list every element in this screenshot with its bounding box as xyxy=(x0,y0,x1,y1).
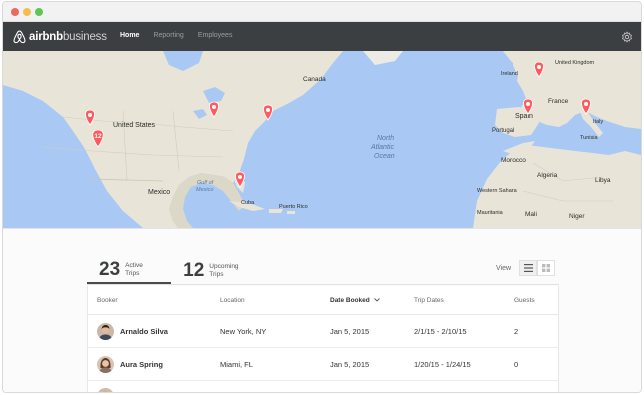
view-toggle: View xyxy=(496,260,556,276)
active-trips-label: Active Trips xyxy=(125,262,159,278)
tab-active-trips[interactable]: 23 Active Trips xyxy=(87,257,172,284)
nav-links: Home Reporting Employees xyxy=(120,32,232,39)
trip-stats-tabs: 23 Active Trips 12 Upcoming Trips xyxy=(87,257,255,284)
upcoming-trips-label-line2: Trips xyxy=(209,270,224,278)
map-label-morocco: Morocco xyxy=(501,157,526,164)
map-label-france: France xyxy=(548,98,569,105)
trip-dates-cell: 2/1/15 - 2/10/15 xyxy=(414,326,467,336)
map-label-niger: Niger xyxy=(569,213,585,220)
active-trips-count: 23 xyxy=(99,258,121,280)
airbnb-business-logo[interactable]: airbnb business xyxy=(13,29,107,45)
avatar xyxy=(97,322,114,340)
booker-cell: Arnaldo Silva xyxy=(88,322,220,340)
browser-window: airbnbbusiness Home Reporting Employees xyxy=(2,1,642,393)
booker-name: Aura Spring xyxy=(120,359,163,369)
tab-upcoming-trips[interactable]: 12 Upcoming Trips xyxy=(171,257,255,284)
map-label-spain: Spain xyxy=(515,113,533,120)
map-label-united-states: United States xyxy=(113,122,156,129)
gear-icon[interactable] xyxy=(621,31,633,43)
table-header: Booker Location Date Booked Trip Dates G… xyxy=(88,286,558,315)
grid-view-button[interactable] xyxy=(537,260,556,276)
active-trips-label-line1: Active xyxy=(125,261,143,269)
map-label-ocean-1: North xyxy=(377,135,394,142)
avatar xyxy=(97,355,114,373)
nav-link-employees[interactable]: Employees xyxy=(198,32,233,39)
column-header-booker[interactable]: Booker xyxy=(88,297,220,304)
map-label-portugal: Portugal xyxy=(492,128,514,134)
zoom-window-button[interactable] xyxy=(35,8,43,16)
upcoming-trips-label: Upcoming Trips xyxy=(209,263,243,279)
map-label-libya: Libya xyxy=(595,177,611,184)
window-titlebar xyxy=(3,2,641,22)
map-label-tunisia: Tunisia xyxy=(580,135,598,141)
active-trips-label-line2: Trips xyxy=(125,269,140,277)
table-row-partial[interactable] xyxy=(88,378,558,392)
map-label-canada: Canada xyxy=(303,76,326,83)
location-cell: Miami, FL xyxy=(220,359,253,369)
map-label-gulf-1: Gulf of xyxy=(197,180,214,186)
trips-table: Booker Location Date Booked Trip Dates G… xyxy=(87,286,559,392)
guests-cell: 2 xyxy=(514,326,519,336)
booker-cell: Aura Spring xyxy=(88,355,220,373)
date-booked-cell: Jan 5, 2015 xyxy=(330,359,370,369)
date-booked-cell: Jan 5, 2015 xyxy=(330,326,370,336)
column-header-location[interactable]: Location xyxy=(220,297,330,304)
map-label-puerto-rico: Puerto Rico xyxy=(279,204,308,210)
map-label-cuba: Cuba xyxy=(241,200,255,206)
map-label-ocean-3: Ocean xyxy=(374,153,395,160)
view-label: View xyxy=(496,264,512,272)
upcoming-trips-count: 12 xyxy=(183,259,205,281)
booker-name: Arnaldo Silva xyxy=(120,326,168,336)
top-navbar: airbnb business Home Reporting Employees xyxy=(3,22,641,51)
close-window-button[interactable] xyxy=(11,8,19,16)
nav-link-home[interactable]: Home xyxy=(120,32,139,39)
world-map[interactable]: Canada United States Mexico Gulf of Mexi… xyxy=(3,51,641,228)
brand-subname: business xyxy=(62,31,107,43)
cluster-count: 12 xyxy=(94,133,102,140)
chevron-down-icon xyxy=(373,297,380,302)
booker-cell xyxy=(88,378,220,392)
avatar xyxy=(97,387,114,392)
trips-panel: 23 Active Trips 12 Upcoming Trips View B… xyxy=(3,228,641,392)
map-label-algeria: Algeria xyxy=(537,172,558,179)
map-label-western-sahara: Western Sahara xyxy=(477,188,518,194)
table-row[interactable]: Arnaldo Silva New York, NY Jan 5, 2015 2… xyxy=(88,315,558,348)
trip-dates-cell: 1/20/15 - 1/24/15 xyxy=(414,359,471,369)
location-cell: New York, NY xyxy=(220,326,267,336)
map-label-italy: Italy xyxy=(593,119,603,125)
grid-icon xyxy=(542,264,551,272)
map-label-ocean-2: Atlantic xyxy=(370,144,394,151)
map-label-gulf-2: Mexico xyxy=(196,187,213,193)
column-header-date-booked-label: Date Booked xyxy=(330,296,370,304)
map-label-uk: United Kingdom xyxy=(555,60,595,66)
tabs-divider xyxy=(87,284,559,285)
table-row[interactable]: Aura Spring Miami, FL Jan 5, 2015 1/20/1… xyxy=(88,348,558,381)
trips-map[interactable]: Canada United States Mexico Gulf of Mexi… xyxy=(3,51,641,228)
list-view-button[interactable] xyxy=(519,260,538,276)
upcoming-trips-label-line1: Upcoming xyxy=(209,262,239,270)
map-label-mali: Mali xyxy=(525,211,537,218)
column-header-guests[interactable]: Guests xyxy=(514,297,554,304)
minimize-window-button[interactable] xyxy=(23,8,31,16)
map-label-ireland: Ireland xyxy=(501,71,518,77)
list-icon xyxy=(523,264,533,272)
guests-cell: 0 xyxy=(514,359,519,369)
brand-name: airbnb xyxy=(29,31,63,43)
nav-link-reporting[interactable]: Reporting xyxy=(153,32,183,39)
airbnb-belo-icon xyxy=(13,30,26,44)
column-header-date-booked[interactable]: Date Booked xyxy=(330,297,414,304)
map-label-mexico: Mexico xyxy=(148,189,170,196)
map-label-mauritania: Mauritania xyxy=(477,210,504,216)
column-header-trip-dates[interactable]: Trip Dates xyxy=(414,297,514,304)
